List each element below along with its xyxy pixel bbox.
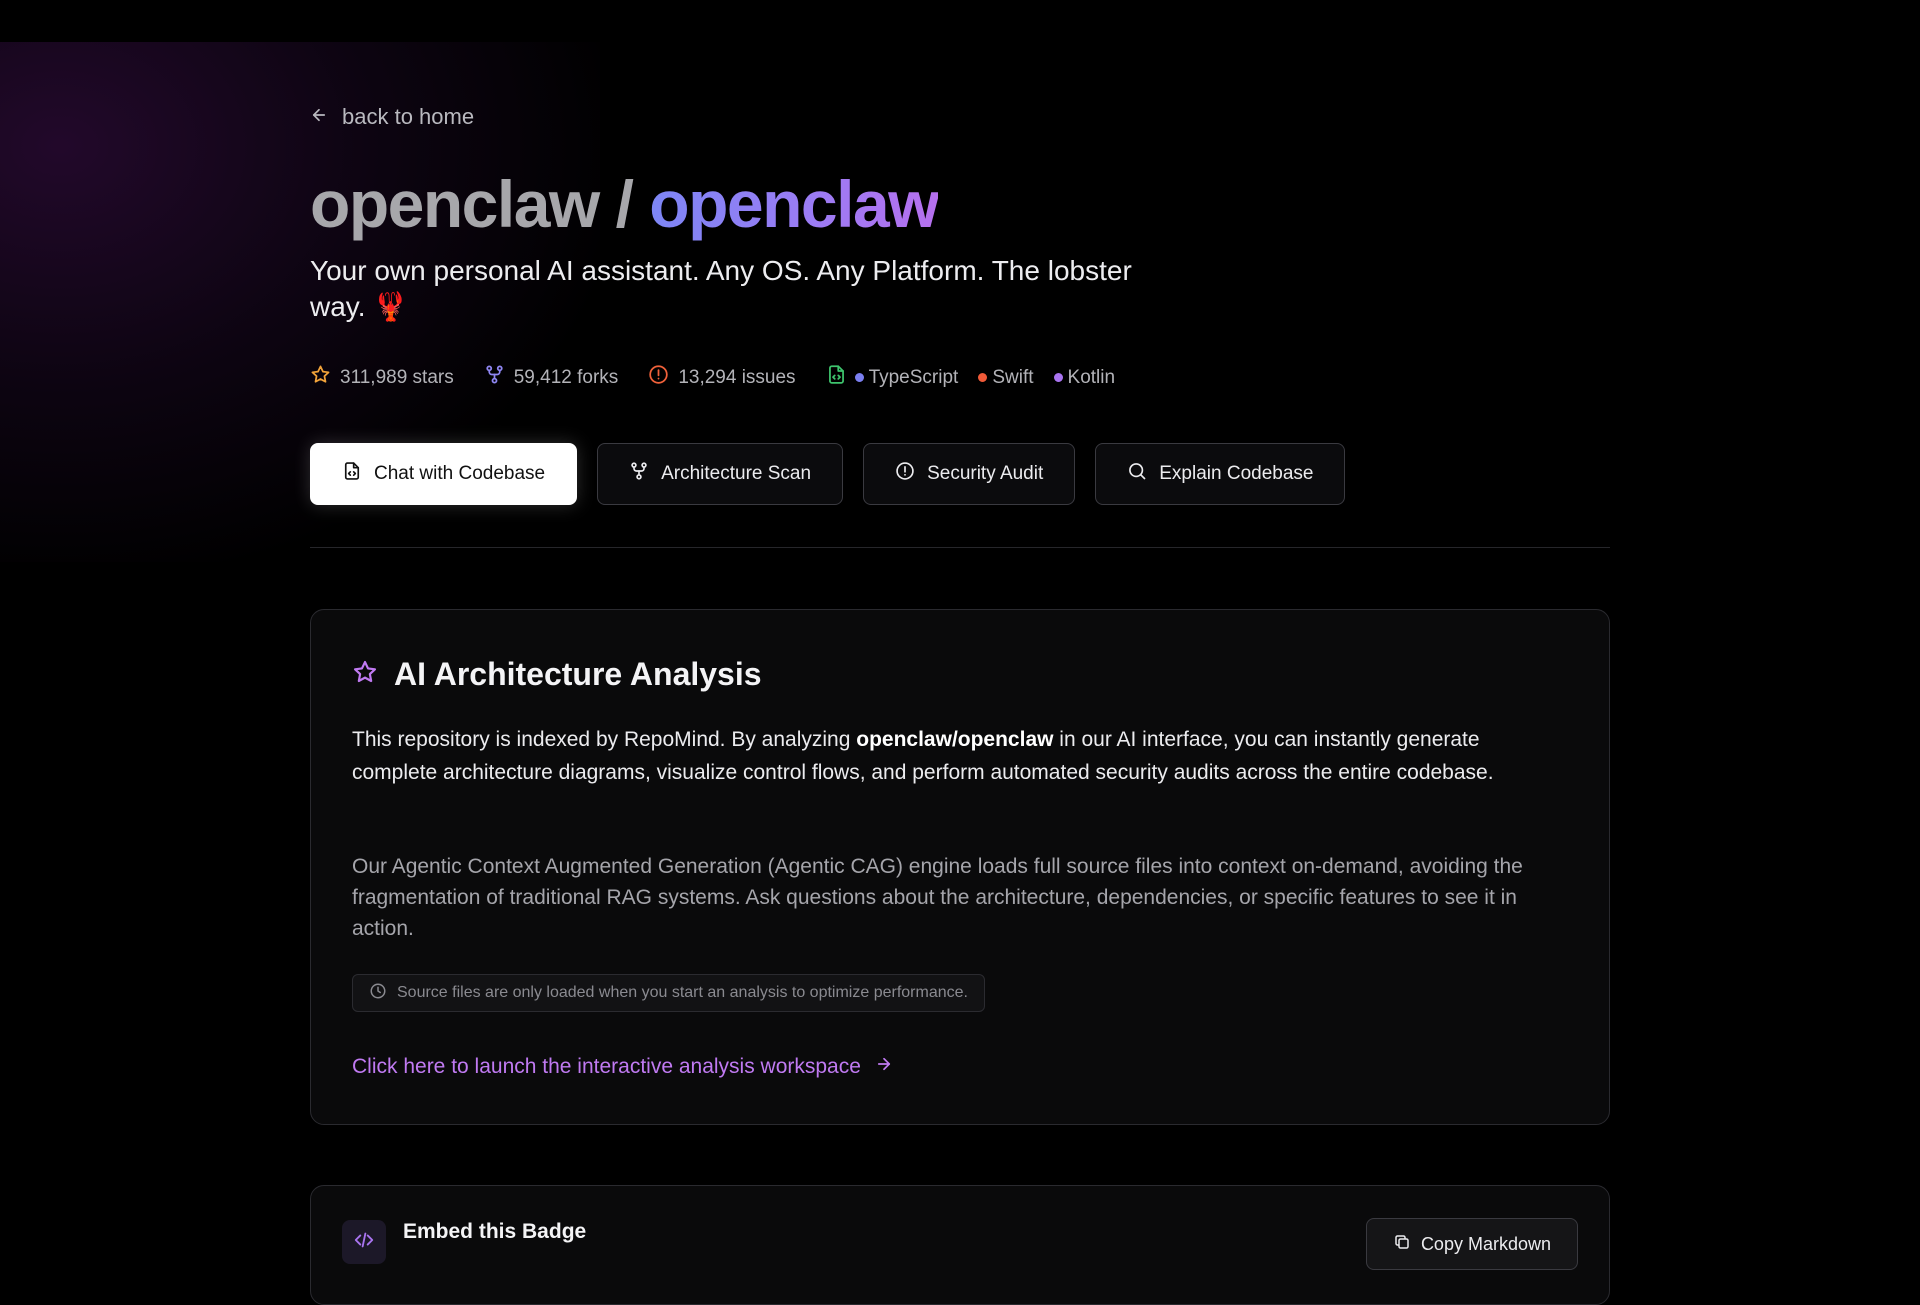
language-name: Swift bbox=[992, 366, 1034, 388]
arrow-right-icon bbox=[875, 1055, 893, 1079]
launch-workspace-label: Click here to launch the interactive ana… bbox=[352, 1055, 861, 1078]
search-icon bbox=[1127, 461, 1147, 487]
file-code-icon bbox=[342, 461, 362, 487]
embed-badge-card: Embed this Badge Copy Markdown bbox=[310, 1185, 1610, 1305]
copy-markdown-button[interactable]: Copy Markdown bbox=[1365, 1218, 1578, 1270]
stars-count: 311,989 stars bbox=[340, 366, 454, 388]
section-divider bbox=[310, 547, 1610, 548]
copy-icon bbox=[1393, 1233, 1411, 1256]
language-item: Kotlin bbox=[1053, 366, 1116, 389]
arrow-left-icon bbox=[310, 104, 328, 130]
ai-analysis-card: AI Architecture Analysis This repository… bbox=[310, 609, 1610, 1125]
repo-name: openclaw bbox=[649, 167, 939, 241]
stars-stat: 311,989 stars bbox=[310, 364, 454, 391]
alert-circle-icon bbox=[648, 364, 669, 391]
architecture-scan-button[interactable]: Architecture Scan bbox=[597, 443, 844, 505]
performance-notice-text: Source files are only loaded when you st… bbox=[397, 984, 968, 1001]
issues-stat: 13,294 issues bbox=[648, 364, 796, 391]
back-to-home-link[interactable]: back to home bbox=[310, 104, 474, 130]
analysis-engine-text: Our Agentic Context Augmented Generation… bbox=[352, 855, 1523, 940]
back-to-home-label: back to home bbox=[342, 104, 475, 129]
code-file-icon bbox=[826, 364, 847, 391]
language-name: Kotlin bbox=[1067, 366, 1116, 388]
code-icon-box bbox=[342, 1220, 386, 1264]
languages-list: TypeScript Swift Kotlin bbox=[826, 364, 1127, 391]
language-dot bbox=[854, 373, 864, 382]
fork-icon bbox=[484, 364, 505, 391]
analysis-card-header: AI Architecture Analysis bbox=[352, 656, 762, 693]
action-buttons: Chat with Codebase Architecture Scan Sec… bbox=[310, 443, 1346, 505]
star-icon bbox=[310, 364, 331, 391]
repo-description: Your own personal AI assistant. Any OS. … bbox=[310, 255, 1132, 322]
launch-workspace-link[interactable]: Click here to launch the interactive ana… bbox=[352, 1055, 893, 1079]
repo-full-name: openclaw/openclaw bbox=[856, 728, 1054, 751]
chat-with-codebase-label: Chat with Codebase bbox=[374, 463, 546, 484]
embed-badge-title: Embed this Badge bbox=[403, 1220, 587, 1243]
forks-count: 59,412 forks bbox=[513, 366, 619, 388]
language-name: TypeScript bbox=[868, 366, 959, 388]
language-item: Swift bbox=[978, 366, 1034, 389]
fork-icon bbox=[629, 461, 649, 487]
alert-circle-icon bbox=[895, 461, 915, 487]
security-audit-label: Security Audit bbox=[927, 463, 1044, 484]
forks-stat: 59,412 forks bbox=[484, 364, 619, 391]
architecture-scan-label: Architecture Scan bbox=[661, 463, 812, 484]
copy-markdown-label: Copy Markdown bbox=[1420, 1233, 1551, 1254]
chat-with-codebase-button[interactable]: Chat with Codebase bbox=[310, 443, 578, 505]
language-dot bbox=[978, 373, 988, 382]
clock-icon bbox=[369, 982, 387, 1005]
star-icon bbox=[352, 659, 378, 690]
language-dot bbox=[1053, 373, 1063, 382]
intro-text-start: This repository is indexed by RepoMind. … bbox=[352, 728, 857, 751]
code-icon bbox=[353, 1229, 375, 1256]
explain-codebase-label: Explain Codebase bbox=[1159, 463, 1314, 484]
language-item: TypeScript bbox=[854, 366, 959, 389]
performance-notice: Source files are only loaded when you st… bbox=[352, 974, 985, 1012]
repo-stats: 311,989 stars 59,412 forks 13,294 issues… bbox=[310, 364, 1127, 391]
repo-separator: / bbox=[598, 167, 650, 241]
repo-owner: openclaw bbox=[310, 167, 600, 241]
security-audit-button[interactable]: Security Audit bbox=[863, 443, 1076, 505]
explain-codebase-button[interactable]: Explain Codebase bbox=[1095, 443, 1346, 505]
repo-title: openclaw / openclaw bbox=[310, 164, 940, 244]
analysis-intro-text: This repository is indexed by RepoMind. … bbox=[352, 723, 1567, 789]
issues-count: 13,294 issues bbox=[678, 366, 796, 388]
analysis-card-title: AI Architecture Analysis bbox=[394, 656, 762, 692]
